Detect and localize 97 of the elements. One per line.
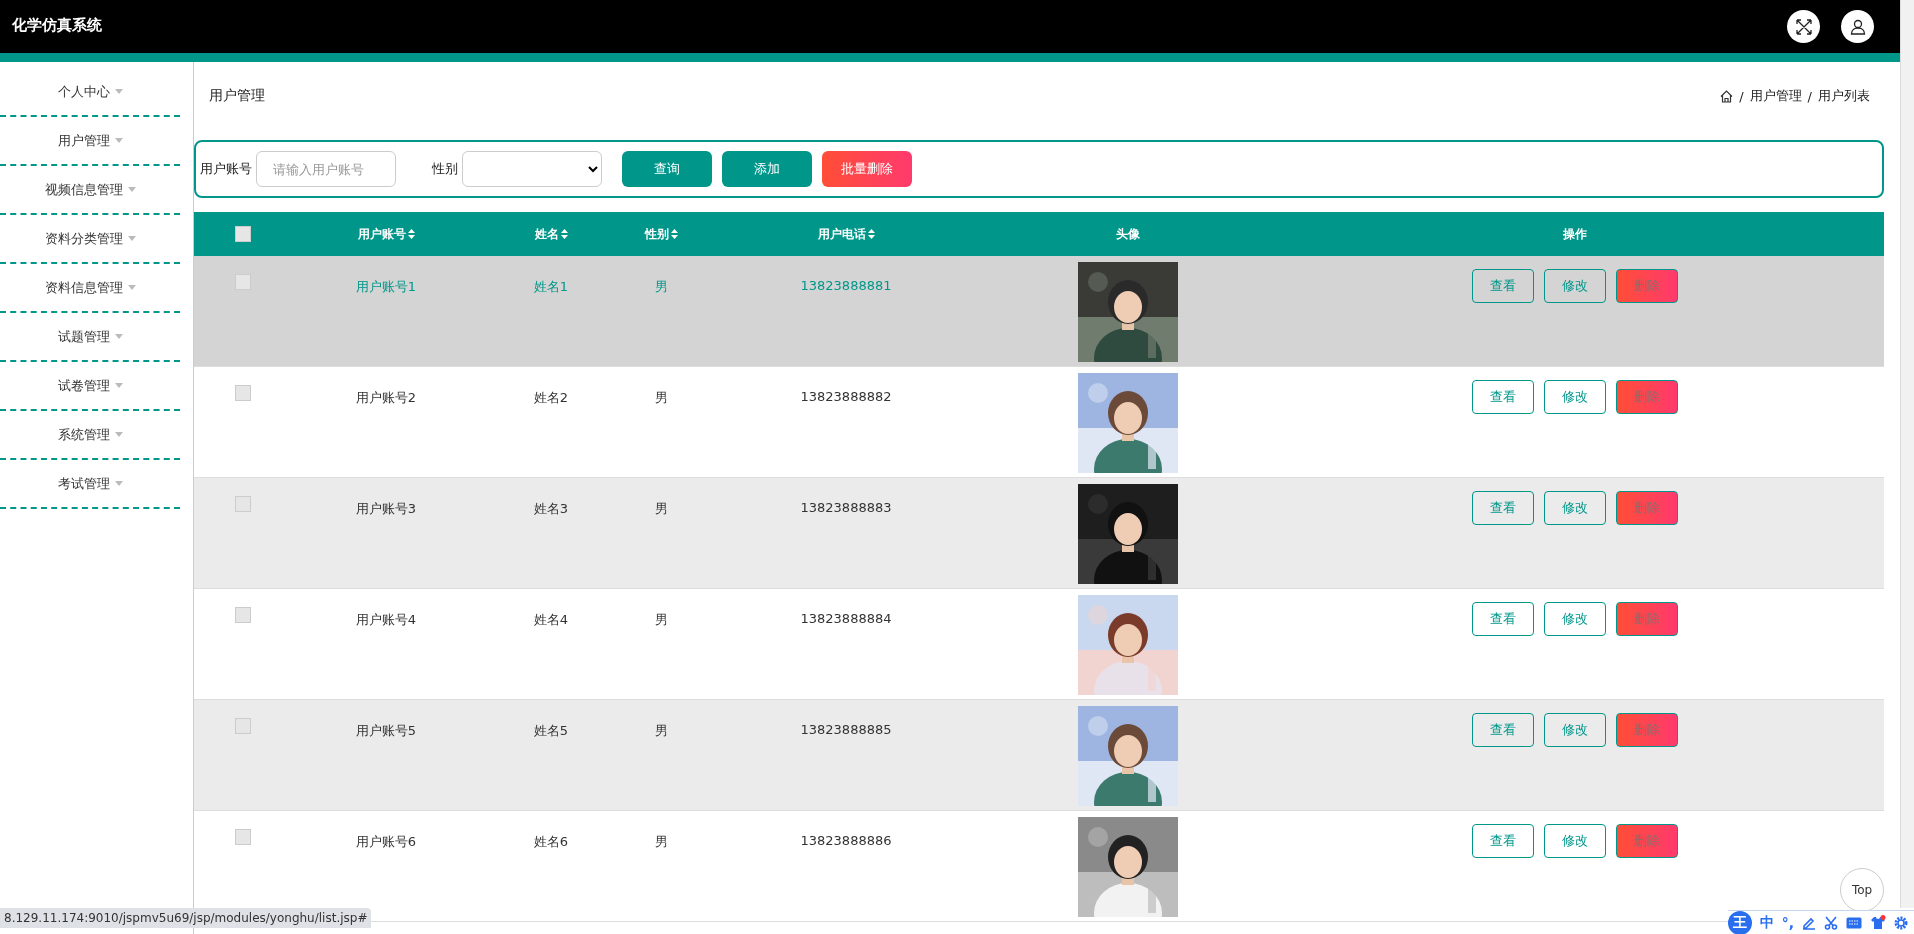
table-cell: 男 — [654, 389, 668, 407]
sidebar-item[interactable]: 试卷管理 — [0, 362, 180, 411]
search-button[interactable]: 添加 — [722, 151, 812, 187]
breadcrumb-item[interactable]: 用户列表 — [1818, 87, 1870, 105]
fullscreen-button[interactable] — [1787, 10, 1820, 43]
search-button[interactable]: 查询 — [622, 151, 712, 187]
breadcrumb-separator: / — [1739, 88, 1744, 104]
user-button[interactable] — [1841, 10, 1874, 43]
table-cell: 用户账号1 — [355, 278, 417, 296]
page-title: 用户管理 — [209, 87, 265, 105]
table-cell: 用户账号2 — [355, 389, 417, 407]
column-header[interactable]: 用户账号 — [357, 225, 415, 243]
sort-icon[interactable] — [560, 229, 568, 239]
table-cell: 男 — [654, 500, 668, 518]
table-cell: 用户账号3 — [355, 500, 417, 518]
row-checkbox[interactable] — [234, 385, 251, 401]
table-cell: 13823888886 — [800, 833, 892, 848]
view-button[interactable]: 查看 — [1471, 602, 1534, 636]
edit-button[interactable]: 修改 — [1543, 491, 1606, 525]
sort-icon[interactable] — [670, 229, 678, 239]
ime-mode[interactable]: 中 — [1759, 913, 1774, 932]
row-checkbox[interactable] — [234, 607, 251, 623]
sidebar-item[interactable]: 资料分类管理 — [0, 215, 180, 264]
table-cell: 姓名4 — [533, 611, 569, 629]
gender-label: 性别 — [432, 160, 458, 178]
column-header[interactable]: 姓名 — [534, 225, 568, 243]
table-cell: 男 — [654, 722, 668, 740]
table-cell: 男 — [654, 833, 668, 851]
caret-icon — [114, 89, 123, 94]
view-button[interactable]: 查看 — [1471, 380, 1534, 414]
table-cell: 用户账号4 — [355, 611, 417, 629]
fullscreen-icon — [1795, 18, 1812, 35]
caret-icon — [114, 138, 123, 143]
column-header[interactable]: 性别 — [644, 225, 678, 243]
keyboard-icon[interactable] — [1846, 916, 1862, 929]
row-checkbox[interactable] — [234, 718, 251, 734]
column-header: 头像 — [1116, 225, 1140, 243]
column-header[interactable]: 用户电话 — [817, 225, 875, 243]
table-cell: 13823888885 — [800, 722, 892, 737]
breadcrumb-item[interactable]: 用户管理 — [1749, 87, 1802, 105]
table-cell: 姓名1 — [533, 278, 569, 296]
caret-icon — [114, 481, 123, 486]
table-cell: 姓名5 — [533, 722, 569, 740]
view-button[interactable]: 查看 — [1471, 824, 1534, 858]
caret-icon — [114, 432, 123, 437]
caret-icon — [127, 236, 136, 241]
row-checkbox[interactable] — [234, 274, 251, 290]
sort-icon[interactable] — [867, 229, 875, 239]
table-cell: 13823888884 — [800, 611, 892, 626]
table-cell: 用户账号5 — [355, 722, 417, 740]
user-icon — [1849, 18, 1866, 35]
view-button[interactable]: 查看 — [1471, 269, 1534, 303]
breadcrumb-separator: / — [1807, 88, 1812, 104]
sidebar-item[interactable]: 试题管理 — [0, 313, 180, 362]
row-checkbox[interactable] — [234, 829, 251, 845]
ime-logo[interactable]: 王 — [1727, 910, 1752, 934]
shirt-icon[interactable] — [1870, 914, 1886, 931]
view-button[interactable]: 查看 — [1471, 713, 1534, 747]
sidebar-item[interactable]: 用户管理 — [0, 117, 180, 166]
table-cell: 13823888883 — [800, 500, 892, 515]
settings-icon[interactable] — [1894, 915, 1908, 930]
edit-button[interactable]: 修改 — [1543, 602, 1606, 636]
edit-button[interactable]: 修改 — [1543, 824, 1606, 858]
caret-icon — [127, 187, 136, 192]
sidebar-item[interactable]: 视频信息管理 — [0, 166, 180, 215]
row-checkbox[interactable] — [234, 496, 251, 512]
caret-icon — [127, 285, 136, 290]
table-cell: 13823888881 — [800, 278, 892, 293]
edit-button[interactable]: 修改 — [1543, 713, 1606, 747]
status-url: 8.129.11.174:9010/jspmv5u69/jsp/modules/yonghu/list.jsp# — [0, 908, 372, 928]
sidebar-item[interactable]: 考试管理 — [0, 460, 180, 509]
view-button[interactable]: 查看 — [1471, 491, 1534, 525]
table-cell: 姓名2 — [533, 389, 569, 407]
table-cell: 男 — [654, 611, 668, 629]
select-all-checkbox[interactable] — [234, 226, 251, 242]
caret-icon — [114, 334, 123, 339]
caret-icon — [114, 383, 123, 388]
batch-delete-button[interactable]: 批量删除 — [822, 151, 912, 187]
account-label: 用户账号 — [200, 160, 252, 178]
table-cell: 姓名6 — [533, 833, 569, 851]
home-icon[interactable] — [1720, 89, 1734, 103]
app-title: 化学仿真系统 — [12, 16, 103, 35]
pen-icon[interactable] — [1802, 915, 1816, 930]
table-cell: 13823888882 — [800, 389, 892, 404]
sidebar-item[interactable]: 系统管理 — [0, 411, 180, 460]
sidebar-item[interactable]: 个人中心 — [0, 68, 180, 117]
sort-icon[interactable] — [407, 229, 415, 239]
table-cell: 姓名3 — [533, 500, 569, 518]
edit-button[interactable]: 修改 — [1543, 269, 1606, 303]
table-cell: 男 — [654, 278, 668, 296]
edit-button[interactable]: 修改 — [1543, 380, 1606, 414]
column-header: 操作 — [1562, 225, 1587, 243]
ime-punctuation[interactable]: °, — [1781, 914, 1794, 931]
scissors-icon[interactable] — [1824, 915, 1838, 930]
account-input[interactable]: 请输入用户账号 — [256, 151, 396, 187]
table-cell: 用户账号6 — [355, 833, 417, 851]
sidebar-item[interactable]: 资料信息管理 — [0, 264, 180, 313]
